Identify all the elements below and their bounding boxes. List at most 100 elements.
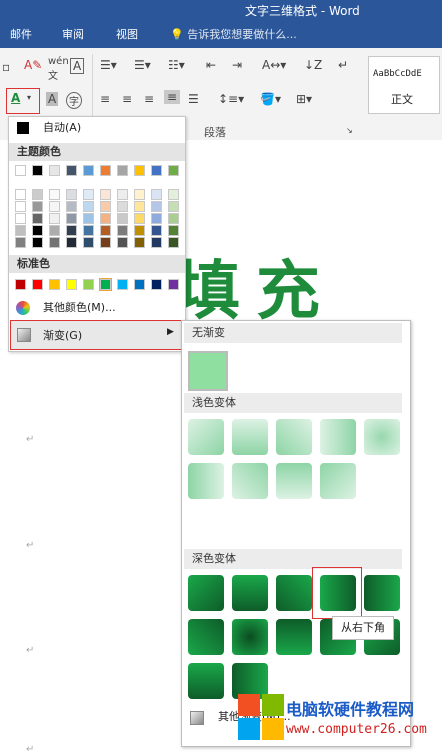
theme-swatch[interactable] <box>32 237 43 248</box>
theme-swatch[interactable] <box>134 165 145 176</box>
theme-swatch[interactable] <box>32 189 43 200</box>
theme-swatch[interactable] <box>49 189 60 200</box>
theme-swatch[interactable] <box>15 165 26 176</box>
theme-swatch[interactable] <box>168 213 179 224</box>
light-gradient-tile[interactable] <box>276 419 312 455</box>
gradient-item[interactable]: 渐变(G) ▶ <box>10 320 186 350</box>
theme-swatch[interactable] <box>117 213 128 224</box>
shading-icon[interactable]: 🪣▾ <box>260 92 281 106</box>
theme-swatch[interactable] <box>15 237 26 248</box>
theme-swatch[interactable] <box>100 225 111 236</box>
dark-gradient-tile[interactable] <box>232 575 268 611</box>
theme-swatch[interactable] <box>117 165 128 176</box>
light-gradient-tile[interactable] <box>232 463 268 499</box>
char-shading-icon[interactable]: A <box>46 92 59 106</box>
theme-swatch[interactable] <box>100 165 111 176</box>
align-center-icon[interactable]: ≡ <box>122 92 132 106</box>
theme-swatch[interactable] <box>83 237 94 248</box>
theme-swatch[interactable] <box>117 225 128 236</box>
align-right-icon[interactable]: ≡ <box>144 92 154 106</box>
theme-swatch[interactable] <box>117 201 128 212</box>
theme-swatch[interactable] <box>49 237 60 248</box>
theme-swatch[interactable] <box>49 225 60 236</box>
theme-swatch[interactable] <box>100 237 111 248</box>
theme-swatch[interactable] <box>100 201 111 212</box>
theme-swatch[interactable] <box>15 225 26 236</box>
light-gradient-tile[interactable] <box>232 419 268 455</box>
show-marks-icon[interactable]: ↵ <box>338 58 348 72</box>
tab-view[interactable]: 视图 <box>116 26 138 42</box>
dark-gradient-tile[interactable] <box>276 619 312 655</box>
numbering-icon[interactable]: ☰▾ <box>134 58 151 72</box>
standard-swatch[interactable] <box>99 278 112 291</box>
theme-swatch[interactable] <box>32 225 43 236</box>
theme-swatch[interactable] <box>100 213 111 224</box>
theme-swatch[interactable] <box>66 165 77 176</box>
borders-icon[interactable]: ⊞▾ <box>296 92 312 106</box>
standard-swatch[interactable] <box>117 279 128 290</box>
style-normal[interactable]: AaBbCcDdE 正文 <box>368 56 440 114</box>
standard-swatch[interactable] <box>151 279 162 290</box>
standard-swatch[interactable] <box>49 279 60 290</box>
light-gradient-tile[interactable] <box>188 419 224 455</box>
line-spacing-icon[interactable]: ↕≡▾ <box>218 92 244 106</box>
theme-swatch[interactable] <box>168 225 179 236</box>
more-colors-item[interactable]: 其他颜色(M)... <box>9 297 185 319</box>
theme-swatch[interactable] <box>134 225 145 236</box>
theme-swatch[interactable] <box>83 225 94 236</box>
dark-gradient-tile[interactable] <box>232 619 268 655</box>
dark-gradient-tile[interactable] <box>188 575 224 611</box>
theme-swatch[interactable] <box>66 237 77 248</box>
theme-swatch[interactable] <box>151 213 162 224</box>
theme-swatch[interactable] <box>151 237 162 248</box>
theme-swatch[interactable] <box>49 213 60 224</box>
theme-swatch[interactable] <box>15 189 26 200</box>
enclose-char-icon[interactable]: 字 <box>66 92 82 109</box>
sort-icon[interactable]: ↓Z <box>304 58 322 72</box>
theme-swatch[interactable] <box>83 213 94 224</box>
theme-swatch[interactable] <box>83 189 94 200</box>
theme-swatch[interactable] <box>83 201 94 212</box>
tab-mail[interactable]: 邮件 <box>10 26 32 42</box>
light-gradient-tile[interactable] <box>320 463 356 499</box>
standard-swatch[interactable] <box>134 279 145 290</box>
theme-swatch[interactable] <box>151 201 162 212</box>
decrease-indent-icon[interactable]: ⇤ <box>206 58 216 72</box>
theme-swatch[interactable] <box>117 237 128 248</box>
theme-swatch[interactable] <box>49 201 60 212</box>
standard-swatch[interactable] <box>168 279 179 290</box>
dark-gradient-tile[interactable] <box>276 575 312 611</box>
no-gradient-tile[interactable] <box>188 351 228 391</box>
light-gradient-tile[interactable] <box>320 419 356 455</box>
theme-swatch[interactable] <box>15 201 26 212</box>
dialog-launcher-icon[interactable]: ↘ <box>346 126 353 135</box>
theme-swatch[interactable] <box>83 165 94 176</box>
char-border-icon[interactable]: A <box>70 58 85 74</box>
chinese-layout-icon[interactable]: A↔▾ <box>262 58 286 72</box>
standard-swatch[interactable] <box>66 279 77 290</box>
theme-swatch[interactable] <box>168 201 179 212</box>
theme-swatch[interactable] <box>32 201 43 212</box>
light-gradient-tile[interactable] <box>188 463 224 499</box>
increase-indent-icon[interactable]: ⇥ <box>232 58 242 72</box>
theme-swatch[interactable] <box>151 189 162 200</box>
dark-gradient-tile[interactable] <box>188 663 224 699</box>
theme-swatch[interactable] <box>151 165 162 176</box>
multilevel-list-icon[interactable]: ☷▾ <box>168 58 185 72</box>
phonetic-guide-icon[interactable]: wén 文 <box>48 56 69 82</box>
standard-swatch[interactable] <box>32 279 43 290</box>
standard-swatch[interactable] <box>83 279 94 290</box>
theme-swatch[interactable] <box>66 225 77 236</box>
theme-swatch[interactable] <box>66 189 77 200</box>
bullets-icon[interactable]: ☰▾ <box>100 58 117 72</box>
clear-format-icon[interactable]: A✎ <box>24 58 42 72</box>
theme-swatch[interactable] <box>100 189 111 200</box>
theme-swatch[interactable] <box>151 225 162 236</box>
theme-swatch[interactable] <box>32 213 43 224</box>
font-color-button[interactable]: A ▾ <box>6 88 40 114</box>
theme-swatch[interactable] <box>168 189 179 200</box>
dark-gradient-tile[interactable] <box>364 575 400 611</box>
tab-review[interactable]: 审阅 <box>62 26 84 42</box>
theme-swatch[interactable] <box>117 189 128 200</box>
theme-swatch[interactable] <box>168 237 179 248</box>
